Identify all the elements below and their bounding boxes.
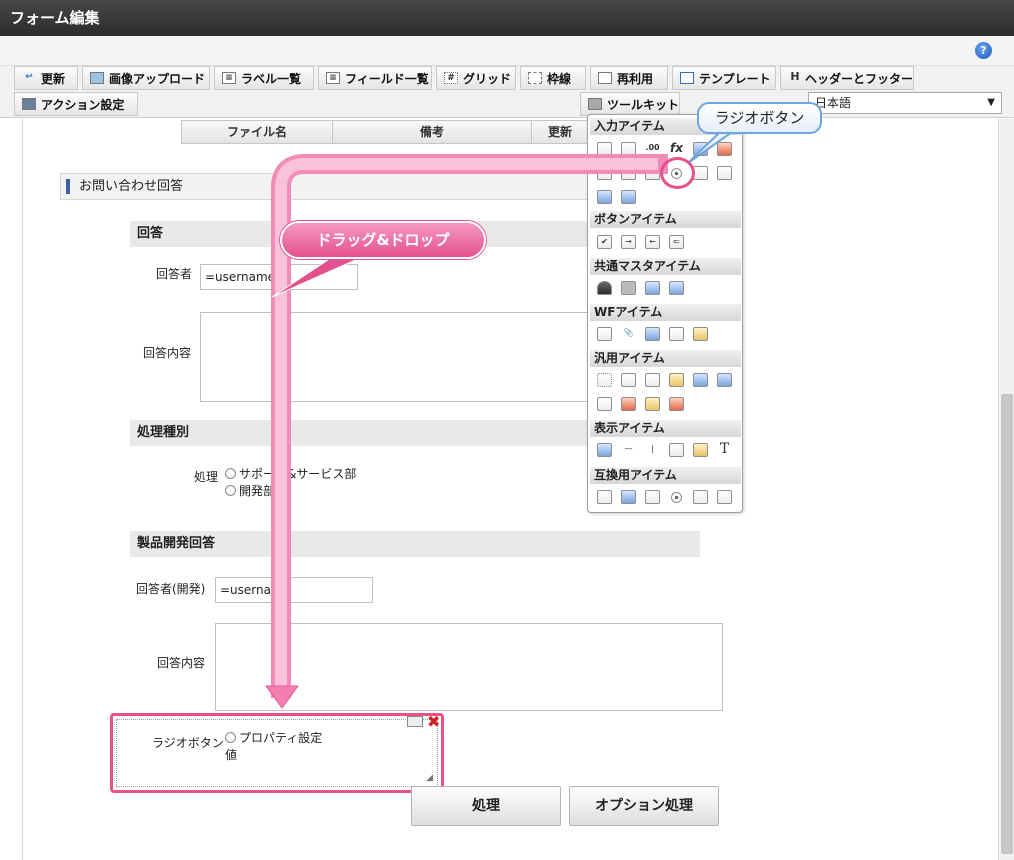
drag-arrow-overlay [265, 129, 739, 709]
drag-drop-badge: ドラッグ&ドロップ [280, 221, 486, 259]
drag-arrowhead [265, 685, 299, 709]
callout-tail [687, 129, 739, 164]
radio-callout: ラジオボタン [697, 102, 822, 134]
radio-highlight-circle [660, 157, 695, 189]
